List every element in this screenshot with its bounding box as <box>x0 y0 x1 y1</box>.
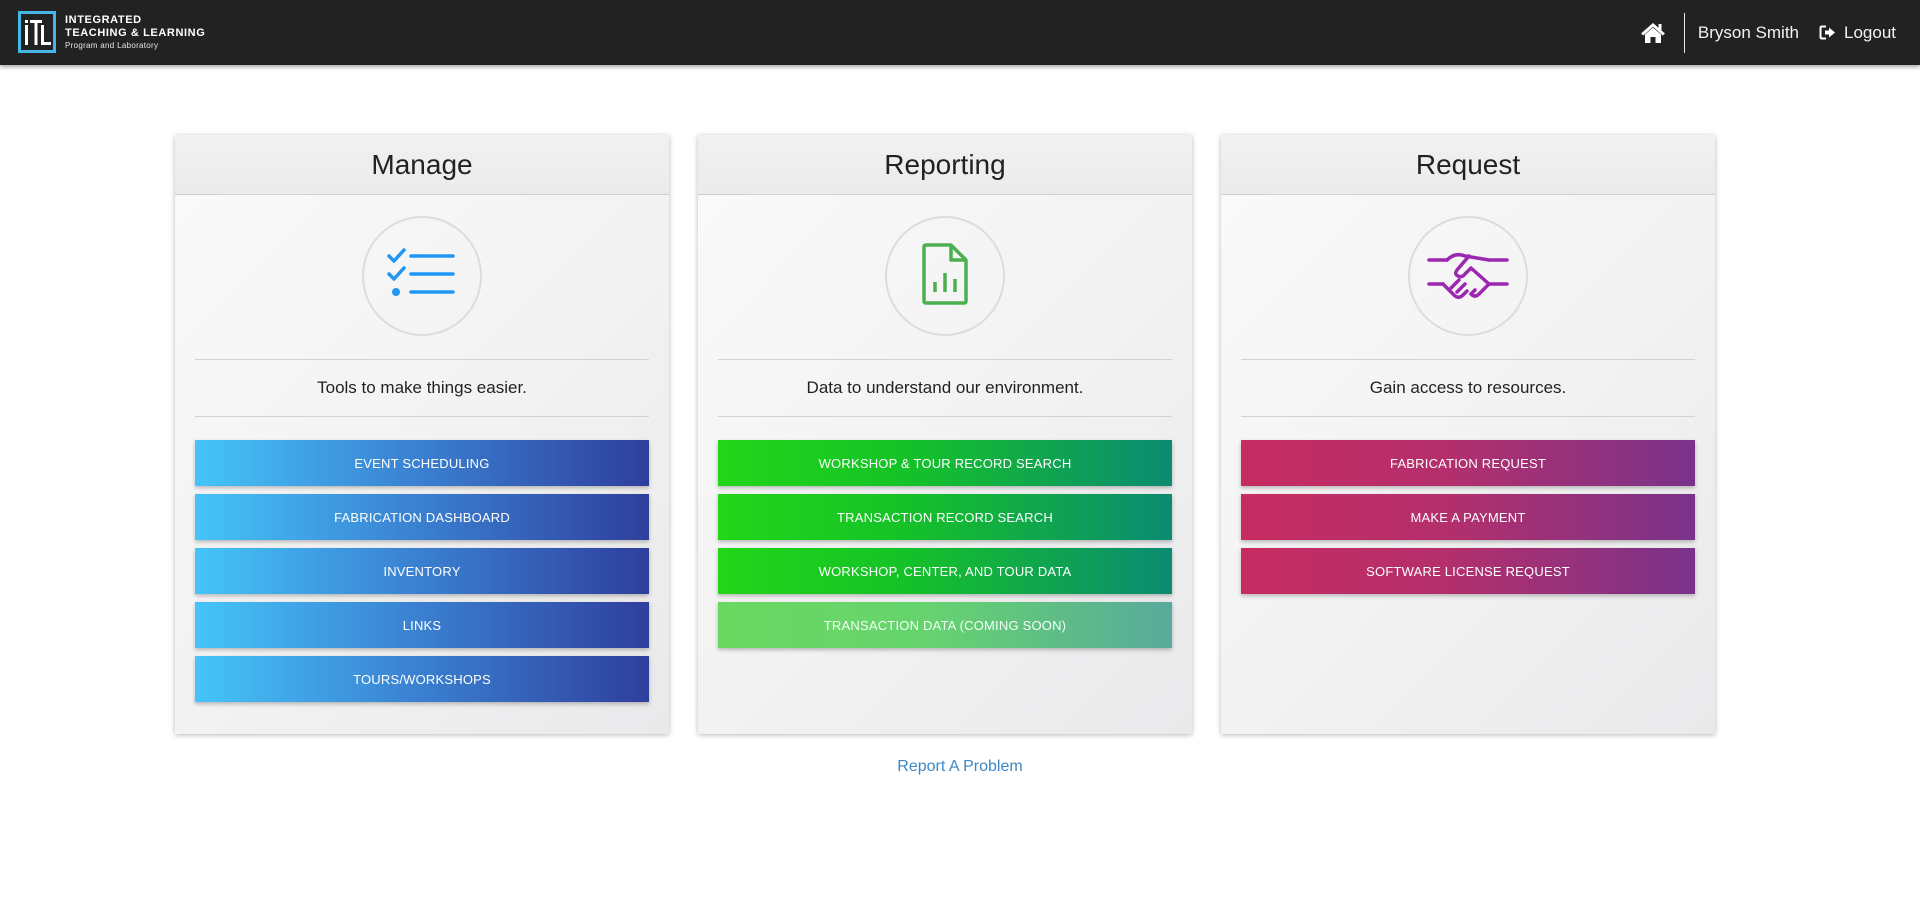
nav-divider <box>1683 12 1685 53</box>
panel-header: Manage <box>175 135 669 195</box>
icon-circle <box>1408 216 1528 336</box>
file-chart-icon <box>920 242 970 311</box>
event-scheduling-button[interactable]: EVENT SCHEDULING <box>195 440 649 486</box>
panel-description: Tools to make things easier. <box>317 378 527 397</box>
software-license-request-button[interactable]: SOFTWARE LICENSE REQUEST <box>1241 548 1695 594</box>
report-a-problem-link[interactable]: Report A Problem <box>0 758 1920 776</box>
transaction-data-button[interactable]: TRANSACTION DATA (COMING SOON) <box>718 602 1172 648</box>
links-button[interactable]: LINKS <box>195 602 649 648</box>
user-nav: Bryson Smith Logout <box>1640 0 1920 65</box>
logout-label: Logout <box>1844 22 1896 42</box>
panel-title: Reporting <box>884 148 1006 180</box>
sign-out-icon <box>1819 25 1837 41</box>
tours-workshops-button[interactable]: TOURS/WORKSHOPS <box>195 656 649 702</box>
transaction-record-search-button[interactable]: TRANSACTION RECORD SEARCH <box>718 494 1172 540</box>
panel-title: Request <box>1415 148 1521 180</box>
inventory-button[interactable]: INVENTORY <box>195 548 649 594</box>
reporting-panel: Reporting Data to understand our environ… <box>698 135 1192 734</box>
panel-header: Request <box>1221 135 1715 195</box>
brand-line-1: INTEGRATED <box>65 14 142 27</box>
brand-text: INTEGRATED TEACHING & LEARNING Program a… <box>65 14 205 49</box>
brand-line-2: TEACHING & LEARNING <box>65 26 206 39</box>
request-button-list: FABRICATION REQUEST MAKE A PAYMENT SOFTW… <box>1221 417 1715 594</box>
panel-header: Reporting <box>698 135 1192 195</box>
workshop-center-tour-data-button[interactable]: WORKSHOP, CENTER, AND TOUR DATA <box>718 548 1172 594</box>
reporting-button-list: WORKSHOP & TOUR RECORD SEARCH TRANSACTIO… <box>698 417 1192 648</box>
request-panel: Request Gain access to resources. FABRIC… <box>1221 135 1715 734</box>
itl-logo-icon <box>18 11 56 53</box>
icon-circle <box>885 216 1005 336</box>
panel-description: Data to understand our environment. <box>806 378 1084 397</box>
make-a-payment-button[interactable]: MAKE A PAYMENT <box>1241 494 1695 540</box>
manage-panel: Manage Tools to make things easier. EVEN… <box>175 135 669 734</box>
manage-button-list: EVENT SCHEDULING FABRICATION DASHBOARD I… <box>175 417 669 702</box>
panel-description: Gain access to resources. <box>1369 378 1567 397</box>
home-icon[interactable] <box>1640 21 1666 45</box>
fabrication-request-button[interactable]: FABRICATION REQUEST <box>1241 440 1695 486</box>
brand-logo-link[interactable]: INTEGRATED TEACHING & LEARNING Program a… <box>18 11 205 53</box>
icon-circle <box>362 216 482 336</box>
top-navbar: INTEGRATED TEACHING & LEARNING Program a… <box>0 0 1920 65</box>
workshop-tour-record-search-button[interactable]: WORKSHOP & TOUR RECORD SEARCH <box>718 440 1172 486</box>
user-name-link[interactable]: Bryson Smith <box>1698 23 1799 43</box>
fabrication-dashboard-button[interactable]: FABRICATION DASHBOARD <box>195 494 649 540</box>
checklist-icon <box>387 246 457 307</box>
panel-title: Manage <box>371 148 473 180</box>
logout-button[interactable]: Logout <box>1819 23 1896 43</box>
handshake-icon <box>1427 248 1509 305</box>
brand-line-3: Program and Laboratory <box>65 40 159 50</box>
